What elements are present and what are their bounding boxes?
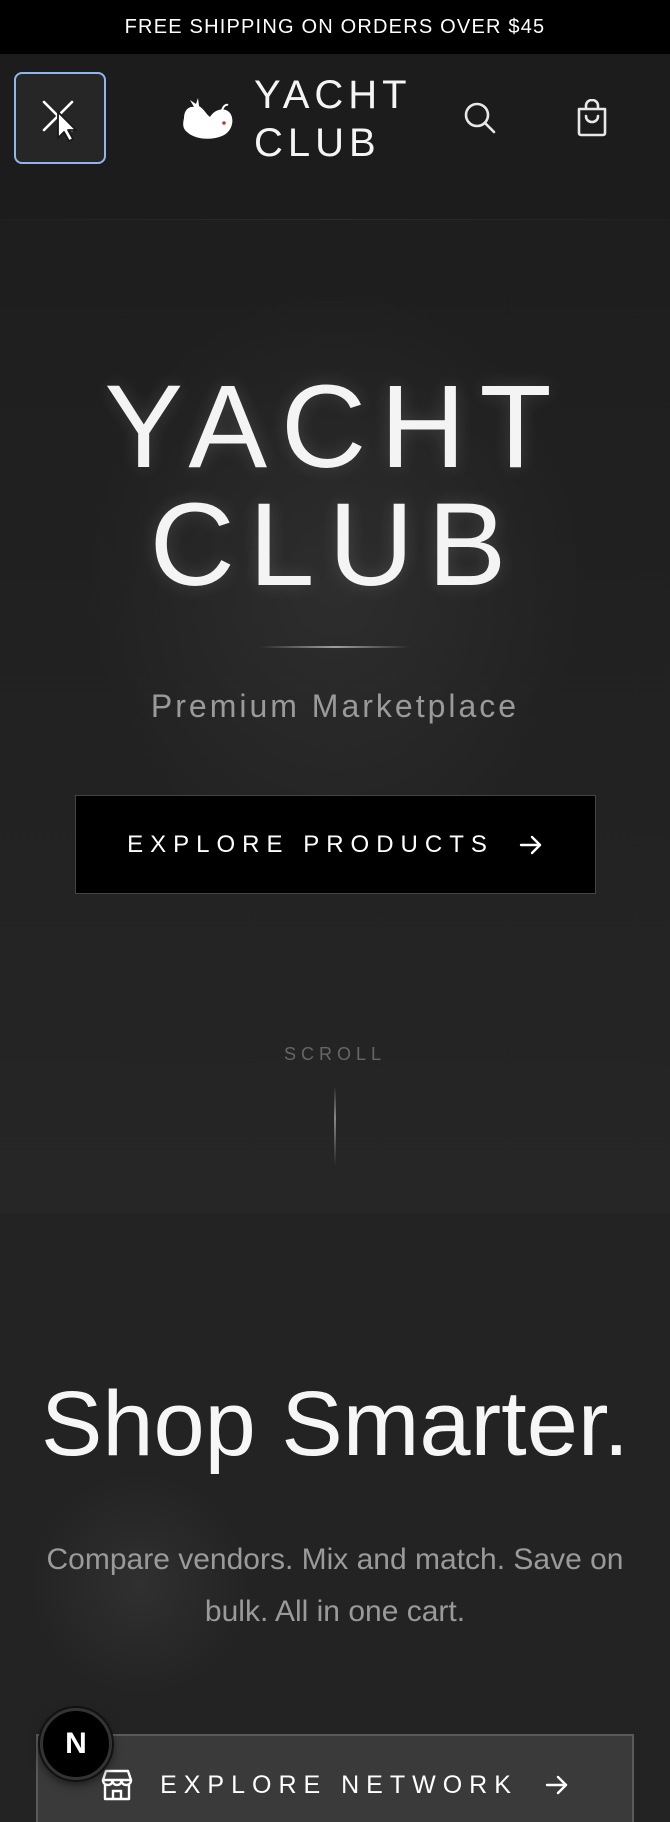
explore-network-label: EXPLORE NETWORK bbox=[160, 1771, 518, 1799]
section-description: Compare vendors. Mix and match. Save on … bbox=[46, 1543, 624, 1628]
section-title: Shop Smarter. bbox=[40, 1373, 630, 1475]
hero-subtitle: Premium Marketplace bbox=[150, 688, 520, 724]
store-icon bbox=[101, 1769, 133, 1801]
hero-title: YACHT CLUB bbox=[0, 368, 670, 604]
cart-button[interactable] bbox=[568, 94, 616, 142]
brand-name: YACHT CLUB bbox=[254, 71, 412, 167]
n-floating-badge[interactable]: N bbox=[40, 1708, 112, 1780]
brand-name-line2: CLUB bbox=[254, 121, 381, 165]
hero-divider bbox=[260, 646, 410, 648]
scroll-indicator-label: SCROLL bbox=[283, 1044, 387, 1064]
search-icon bbox=[464, 102, 496, 134]
search-button[interactable] bbox=[456, 94, 504, 142]
arrow-right-icon bbox=[545, 1775, 568, 1795]
close-cursor-icon bbox=[42, 100, 77, 142]
site-header: YACHT CLUB bbox=[0, 54, 670, 220]
scroll-indicator-line bbox=[334, 1086, 336, 1166]
hero-section: YACHT CLUB Premium Marketplace EXPLORE P… bbox=[0, 220, 670, 1214]
explore-products-label: EXPLORE PRODUCTS bbox=[127, 830, 494, 858]
announcement-text: FREE SHIPPING ON ORDERS OVER $45 bbox=[124, 15, 546, 38]
whale-icon bbox=[183, 98, 233, 139]
brand-name-line1: YACHT bbox=[254, 73, 412, 117]
explore-network-button[interactable]: EXPLORE NETWORK bbox=[36, 1734, 634, 1822]
shopping-bag-icon bbox=[577, 99, 607, 137]
hero-title-line2: CLUB bbox=[149, 479, 521, 611]
announcement-bar: FREE SHIPPING ON ORDERS OVER $45 bbox=[0, 0, 670, 54]
hero-title-line1: YACHT bbox=[104, 361, 566, 493]
menu-close-button[interactable] bbox=[14, 72, 106, 164]
arrow-right-icon bbox=[519, 835, 542, 854]
explore-products-button[interactable]: EXPLORE PRODUCTS bbox=[75, 795, 596, 894]
brand-logo-link[interactable]: YACHT CLUB bbox=[180, 64, 412, 174]
